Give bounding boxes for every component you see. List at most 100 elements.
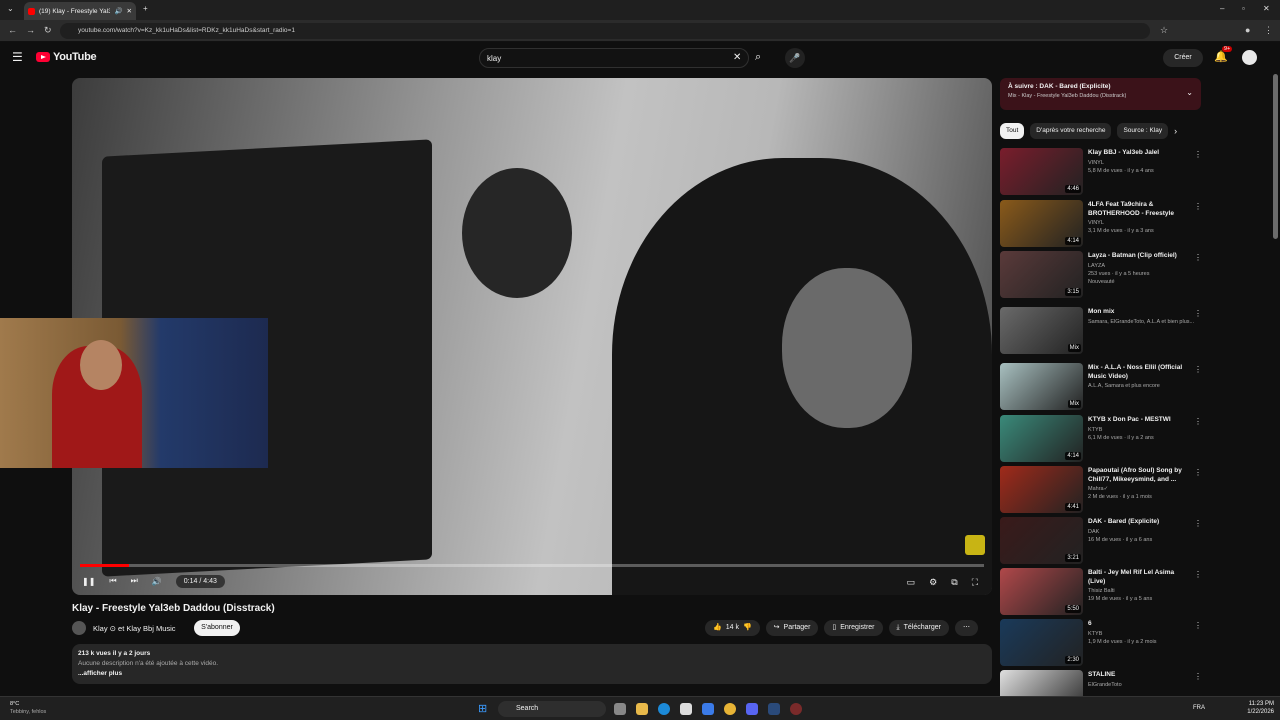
- share-button[interactable]: ↪ Partager: [765, 620, 819, 636]
- youtube-logo[interactable]: YouTube: [36, 51, 97, 63]
- recommendation-thumbnail[interactable]: 3:15: [1000, 251, 1083, 298]
- recommendation-title[interactable]: 4LFA Feat Ta9chira & BROTHERHOOD - Frees…: [1088, 201, 1192, 218]
- volume-icon[interactable]: 🔊: [152, 577, 162, 586]
- more-vertical-icon[interactable]: ⋮: [1194, 417, 1202, 426]
- subscribe-button[interactable]: S'abonner: [194, 620, 240, 636]
- recommendation-thumbnail[interactable]: 2:30: [1000, 619, 1083, 666]
- windows-start-icon[interactable]: ⊞: [478, 702, 487, 715]
- search-icon[interactable]: ⌕: [755, 51, 761, 64]
- recommendation-item[interactable]: 5:50 Balti - Jey Mel Rif Lel Asima (Live)…: [1000, 568, 1205, 616]
- recommendation-title[interactable]: Papaoutai (Afro Soul) Song by Chill77, M…: [1088, 467, 1192, 484]
- url-field[interactable]: youtube.com/watch?v=Kz_kk1uHaDs&list=RDK…: [60, 23, 1150, 39]
- save-button[interactable]: ▯ Enregistrer: [824, 620, 883, 636]
- recommendation-thumbnail[interactable]: 3:21: [1000, 517, 1083, 564]
- more-vertical-icon[interactable]: ⋮: [1194, 672, 1202, 681]
- task-view-icon[interactable]: [614, 703, 626, 715]
- recommendation-channel[interactable]: LAYZA: [1088, 262, 1200, 270]
- pause-icon[interactable]: ❚❚: [82, 577, 95, 586]
- chevron-right-icon[interactable]: ›: [1174, 123, 1177, 139]
- recommendation-thumbnail[interactable]: 4:14: [1000, 200, 1083, 247]
- recommendation-title[interactable]: Mix - A.L.A - Noss Ellil (Official Music…: [1088, 364, 1192, 381]
- language-indicator[interactable]: FRA: [1193, 705, 1205, 711]
- more-vertical-icon[interactable]: ⋮: [1194, 621, 1202, 630]
- recommendation-channel[interactable]: Samara, ElGrandeToto, A.L.A et bien plus…: [1088, 318, 1200, 326]
- system-clock[interactable]: 11:23 PM 1/22/2026: [1247, 700, 1274, 716]
- voice-search-icon[interactable]: 🎤: [785, 48, 805, 68]
- recommendation-item[interactable]: 3:21 DAK - Bared (Explicite) DAK 16 M de vu…: [1000, 517, 1205, 565]
- fullscreen-icon[interactable]: ⛶: [972, 577, 978, 588]
- hamburger-menu-icon[interactable]: ☰: [12, 50, 23, 64]
- recommendation-item[interactable]: 2:30 6 KTYB 1,9 M de vues · il y a 2 mois ⋮: [1000, 619, 1205, 667]
- subtitles-icon[interactable]: ▭: [907, 577, 916, 588]
- channel-name[interactable]: Klay ⊙ et Klay Bbj Music: [93, 624, 176, 633]
- new-tab-icon[interactable]: +: [143, 4, 148, 13]
- mail-icon[interactable]: [702, 703, 714, 715]
- reload-icon[interactable]: ↻: [44, 25, 52, 36]
- more-vertical-icon[interactable]: ⋮: [1194, 365, 1202, 374]
- recommendation-channel[interactable]: VINYL: [1088, 159, 1200, 167]
- obs-icon[interactable]: [790, 703, 802, 715]
- recommendation-title[interactable]: 6: [1088, 620, 1192, 629]
- recommendation-thumbnail[interactable]: 5:50: [1000, 568, 1083, 615]
- recommendation-thumbnail[interactable]: 4:46: [1000, 148, 1083, 195]
- more-actions-button[interactable]: ⋯: [954, 620, 978, 636]
- edge-icon[interactable]: [658, 703, 670, 715]
- download-button[interactable]: ⤓ Télécharger: [888, 620, 949, 636]
- miniplayer-icon[interactable]: ⧉: [951, 577, 957, 588]
- thumbs-down-icon[interactable]: 👎: [743, 620, 752, 636]
- create-button[interactable]: Créer: [1163, 49, 1203, 67]
- more-vertical-icon[interactable]: ⋮: [1194, 150, 1202, 159]
- more-vertical-icon[interactable]: ⋮: [1194, 202, 1202, 211]
- recommendation-channel[interactable]: KTYB: [1088, 630, 1200, 638]
- profile-icon[interactable]: ●: [1245, 25, 1250, 35]
- recommendation-thumbnail[interactable]: Mix: [1000, 363, 1083, 410]
- description-box[interactable]: 213 k vues il y a 2 jours Aucune descrip…: [72, 644, 992, 684]
- recommendation-channel[interactable]: Mahra✓: [1088, 485, 1200, 493]
- recommendation-item[interactable]: Mix Mix - A.L.A - Noss Ellil (Official Mu…: [1000, 363, 1205, 411]
- more-vertical-icon[interactable]: ⋮: [1194, 570, 1202, 579]
- recommendation-channel[interactable]: A.L.A, Samara et plus encore: [1088, 382, 1200, 390]
- recommendation-title[interactable]: Mon mix: [1088, 308, 1192, 317]
- chip-all[interactable]: Tout: [1000, 123, 1025, 139]
- minimize-icon[interactable]: –: [1220, 4, 1224, 13]
- recommendation-title[interactable]: Klay BBJ - Yal3eb Jalel: [1088, 149, 1192, 158]
- chip-source-klay[interactable]: Source : Klay: [1117, 123, 1169, 139]
- next-icon[interactable]: ⏭: [131, 576, 138, 586]
- recommendation-title[interactable]: Layza - Batman (Clip officiel): [1088, 252, 1192, 261]
- chevron-down-icon[interactable]: ⌄: [1186, 88, 1193, 97]
- chrome-icon[interactable]: [724, 703, 736, 715]
- close-window-icon[interactable]: ✕: [1263, 4, 1270, 13]
- steam-icon[interactable]: [768, 703, 780, 715]
- file-explorer-icon[interactable]: [636, 703, 648, 715]
- browser-tab[interactable]: (19) Klay - Freestyle Yal3eb 🔊 ✕: [24, 2, 136, 20]
- more-vertical-icon[interactable]: ⋮: [1194, 253, 1202, 262]
- channel-avatar[interactable]: [72, 621, 86, 635]
- account-avatar[interactable]: [1242, 50, 1257, 65]
- recommendation-thumbnail[interactable]: 4:14: [1000, 415, 1083, 462]
- up-next-panel[interactable]: À suivre : DAK - Bared (Explicite) Mix -…: [1000, 78, 1201, 110]
- channel-watermark-icon[interactable]: [965, 535, 985, 555]
- browser-menu-icon[interactable]: ⋮: [1264, 25, 1273, 36]
- recommendation-channel[interactable]: Thisiz Balti: [1088, 587, 1200, 595]
- search-input[interactable]: klay: [479, 48, 749, 68]
- recommendation-title[interactable]: DAK - Bared (Explicite): [1088, 518, 1192, 527]
- forward-icon[interactable]: →: [26, 25, 35, 35]
- previous-icon[interactable]: ⏮: [109, 576, 116, 586]
- discord-icon[interactable]: [746, 703, 758, 715]
- recommendation-title[interactable]: KTYB x Don Pac - MESTWI: [1088, 416, 1192, 425]
- maximize-icon[interactable]: ▫: [1242, 4, 1245, 13]
- recommendation-title[interactable]: Balti - Jey Mel Rif Lel Asima (Live): [1088, 569, 1192, 586]
- more-vertical-icon[interactable]: ⋮: [1194, 309, 1202, 318]
- recommendation-item[interactable]: 4:46 Klay BBJ - Yal3eb Jalel VINYL 5,8 M de…: [1000, 148, 1205, 196]
- back-icon[interactable]: ←: [8, 25, 17, 35]
- more-vertical-icon[interactable]: ⋮: [1194, 519, 1202, 528]
- recommendation-channel[interactable]: ElGrandeToto: [1088, 681, 1200, 689]
- recommendation-thumbnail[interactable]: 4:41: [1000, 466, 1083, 513]
- page-scrollbar[interactable]: [1273, 74, 1278, 239]
- tab-close-icon[interactable]: ✕: [127, 7, 132, 15]
- like-button[interactable]: 👍 14 k 👎: [705, 620, 760, 636]
- recommendation-item[interactable]: 4:14 KTYB x Don Pac - MESTWI KTYB 6,1 M de …: [1000, 415, 1205, 463]
- recommendation-item[interactable]: Mix Mon mix Samara, ElGrandeToto, A.L.A et…: [1000, 307, 1205, 355]
- recommendation-title[interactable]: STALINE: [1088, 671, 1192, 680]
- show-more-link[interactable]: ...afficher plus: [78, 669, 986, 679]
